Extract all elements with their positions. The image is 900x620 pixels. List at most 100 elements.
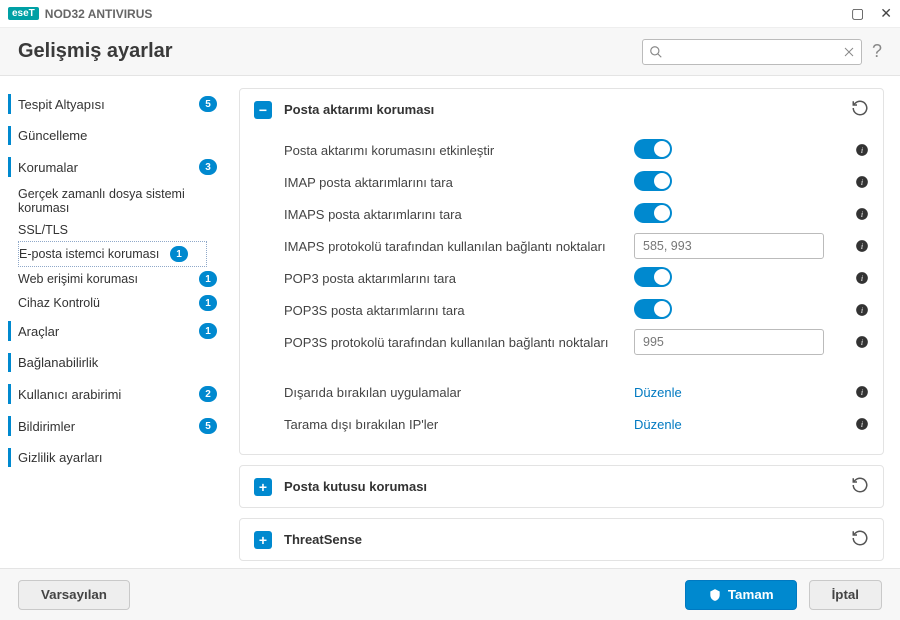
sidebar-badge: 1 bbox=[199, 271, 217, 287]
sidebar-sub-web-access[interactable]: Web erişimi koruması 1 bbox=[18, 267, 235, 291]
help-icon[interactable]: ? bbox=[872, 41, 882, 62]
window-close-icon[interactable]: ✕ bbox=[880, 5, 892, 22]
info-icon[interactable]: i bbox=[854, 207, 869, 222]
info-icon[interactable]: i bbox=[854, 239, 869, 254]
panel-threatsense: + ThreatSense bbox=[239, 518, 884, 561]
row-pop3s-ports: POP3S protokolü tarafından kullanılan ba… bbox=[284, 326, 869, 358]
row-excluded-apps: Dışarıda bırakılan uygulamalar Düzenle i bbox=[284, 376, 869, 408]
shield-icon bbox=[708, 588, 722, 602]
panel-header[interactable]: + Posta kutusu koruması bbox=[240, 466, 883, 507]
row-scan-pop3s: POP3S posta aktarımlarını tara i bbox=[284, 294, 869, 326]
sidebar-item-label: Bağlanabilirlik bbox=[18, 355, 217, 370]
footer: Varsayılan Tamam İptal bbox=[0, 568, 900, 620]
sidebar-item-tools[interactable]: Araçlar 1 bbox=[0, 315, 235, 347]
sidebar-badge: 5 bbox=[199, 418, 217, 434]
panel-mailbox-protection: + Posta kutusu koruması bbox=[239, 465, 884, 508]
panel-header[interactable]: + ThreatSense bbox=[240, 519, 883, 560]
panel-header[interactable]: − Posta aktarımı koruması bbox=[240, 89, 883, 130]
sidebar-item-label: Web erişimi koruması bbox=[18, 272, 193, 286]
info-icon[interactable]: i bbox=[854, 175, 869, 190]
info-icon[interactable]: i bbox=[854, 335, 869, 350]
titlebar: eseT NOD32 ANTIVIRUS ▢ ✕ bbox=[0, 0, 900, 28]
sidebar-badge: 5 bbox=[199, 96, 217, 112]
revert-icon[interactable] bbox=[851, 529, 869, 550]
info-icon[interactable]: i bbox=[854, 303, 869, 318]
panel-mail-transport-protection: − Posta aktarımı koruması Posta aktarımı… bbox=[239, 88, 884, 455]
search-box[interactable] bbox=[642, 39, 862, 65]
sidebar-badge: 1 bbox=[199, 295, 217, 311]
toggle-scan-imap[interactable] bbox=[634, 171, 672, 191]
clear-search-icon[interactable] bbox=[843, 46, 855, 58]
ok-button[interactable]: Tamam bbox=[685, 580, 797, 610]
row-label: Dışarıda bırakılan uygulamalar bbox=[284, 385, 624, 400]
sidebar-item-protections[interactable]: Korumalar 3 bbox=[0, 151, 235, 183]
sidebar-sub-email-client[interactable]: E-posta istemci koruması 1 bbox=[18, 241, 207, 267]
cancel-button[interactable]: İptal bbox=[809, 580, 882, 610]
sidebar-item-label: Gizlilik ayarları bbox=[18, 450, 217, 465]
sidebar: Tespit Altyapısı 5 Güncelleme Korumalar … bbox=[0, 76, 235, 568]
panel-title: ThreatSense bbox=[284, 532, 362, 547]
sidebar-item-label: Araçlar bbox=[18, 324, 193, 339]
sidebar-badge: 3 bbox=[199, 159, 217, 175]
sidebar-item-label: Cihaz Kontrolü bbox=[18, 296, 193, 310]
input-imaps-ports[interactable] bbox=[634, 233, 824, 259]
toggle-scan-pop3s[interactable] bbox=[634, 299, 672, 319]
sidebar-item-label: Güncelleme bbox=[18, 128, 217, 143]
default-button[interactable]: Varsayılan bbox=[18, 580, 130, 610]
main-content: − Posta aktarımı koruması Posta aktarımı… bbox=[235, 76, 900, 568]
sidebar-item-privacy[interactable]: Gizlilik ayarları bbox=[0, 442, 235, 473]
sidebar-sub-device-control[interactable]: Cihaz Kontrolü 1 bbox=[18, 291, 235, 315]
sidebar-subgroup-protections: Gerçek zamanlı dosya sistemi koruması SS… bbox=[0, 183, 235, 315]
sidebar-item-ui[interactable]: Kullanıcı arabirimi 2 bbox=[0, 378, 235, 410]
default-button-label: Varsayılan bbox=[41, 587, 107, 602]
sidebar-item-label: Bildirimler bbox=[18, 419, 193, 434]
row-enable-mail-transport: Posta aktarımı korumasını etkinleştir i bbox=[284, 134, 869, 166]
row-label: POP3S protokolü tarafından kullanılan ba… bbox=[284, 335, 624, 350]
window-maximize-icon[interactable]: ▢ bbox=[851, 5, 864, 22]
sidebar-item-label: SSL/TLS bbox=[18, 223, 217, 237]
sidebar-item-label: Kullanıcı arabirimi bbox=[18, 387, 193, 402]
info-icon[interactable]: i bbox=[854, 385, 869, 400]
expand-icon[interactable]: + bbox=[254, 478, 272, 496]
row-label: POP3 posta aktarımlarını tara bbox=[284, 271, 624, 286]
collapse-icon[interactable]: − bbox=[254, 101, 272, 119]
row-excluded-ips: Tarama dışı bırakılan IP'ler Düzenle i bbox=[284, 408, 869, 440]
input-pop3s-ports[interactable] bbox=[634, 329, 824, 355]
sidebar-item-notifications[interactable]: Bildirimler 5 bbox=[0, 410, 235, 442]
row-label: IMAP posta aktarımlarını tara bbox=[284, 175, 624, 190]
toggle-enable-mail-transport[interactable] bbox=[634, 139, 672, 159]
brand-chip: eseT bbox=[8, 7, 39, 20]
sidebar-item-label: Gerçek zamanlı dosya sistemi koruması bbox=[18, 187, 217, 215]
row-scan-imap: IMAP posta aktarımlarını tara i bbox=[284, 166, 869, 198]
sidebar-item-update[interactable]: Güncelleme bbox=[0, 120, 235, 151]
search-icon bbox=[649, 45, 663, 59]
info-icon[interactable]: i bbox=[854, 143, 869, 158]
app-logo: eseT NOD32 ANTIVIRUS bbox=[8, 7, 152, 21]
toggle-scan-pop3[interactable] bbox=[634, 267, 672, 287]
sidebar-item-label: Tespit Altyapısı bbox=[18, 97, 193, 112]
sidebar-sub-ssltls[interactable]: SSL/TLS bbox=[18, 219, 235, 241]
edit-excluded-apps-link[interactable]: Düzenle bbox=[634, 385, 682, 400]
info-icon[interactable]: i bbox=[854, 417, 869, 432]
row-scan-pop3: POP3 posta aktarımlarını tara i bbox=[284, 262, 869, 294]
search-input[interactable] bbox=[663, 45, 843, 59]
sidebar-badge: 2 bbox=[199, 386, 217, 402]
panel-title: Posta aktarımı koruması bbox=[284, 102, 434, 117]
sidebar-item-connectivity[interactable]: Bağlanabilirlik bbox=[0, 347, 235, 378]
sidebar-item-label: Korumalar bbox=[18, 160, 193, 175]
panel-title: Posta kutusu koruması bbox=[284, 479, 427, 494]
revert-icon[interactable] bbox=[851, 99, 869, 120]
sidebar-sub-realtime[interactable]: Gerçek zamanlı dosya sistemi koruması bbox=[18, 183, 235, 219]
edit-excluded-ips-link[interactable]: Düzenle bbox=[634, 417, 682, 432]
info-icon[interactable]: i bbox=[854, 271, 869, 286]
revert-icon[interactable] bbox=[851, 476, 869, 497]
panel-body: Posta aktarımı korumasını etkinleştir i … bbox=[240, 130, 883, 454]
expand-icon[interactable]: + bbox=[254, 531, 272, 549]
brand-name: NOD32 ANTIVIRUS bbox=[45, 7, 153, 21]
ok-button-label: Tamam bbox=[728, 587, 774, 602]
sidebar-badge: 1 bbox=[199, 323, 217, 339]
toggle-scan-imaps[interactable] bbox=[634, 203, 672, 223]
row-label: IMAPS posta aktarımlarını tara bbox=[284, 207, 624, 222]
page-title: Gelişmiş ayarlar bbox=[18, 40, 173, 63]
sidebar-item-detection-engine[interactable]: Tespit Altyapısı 5 bbox=[0, 88, 235, 120]
